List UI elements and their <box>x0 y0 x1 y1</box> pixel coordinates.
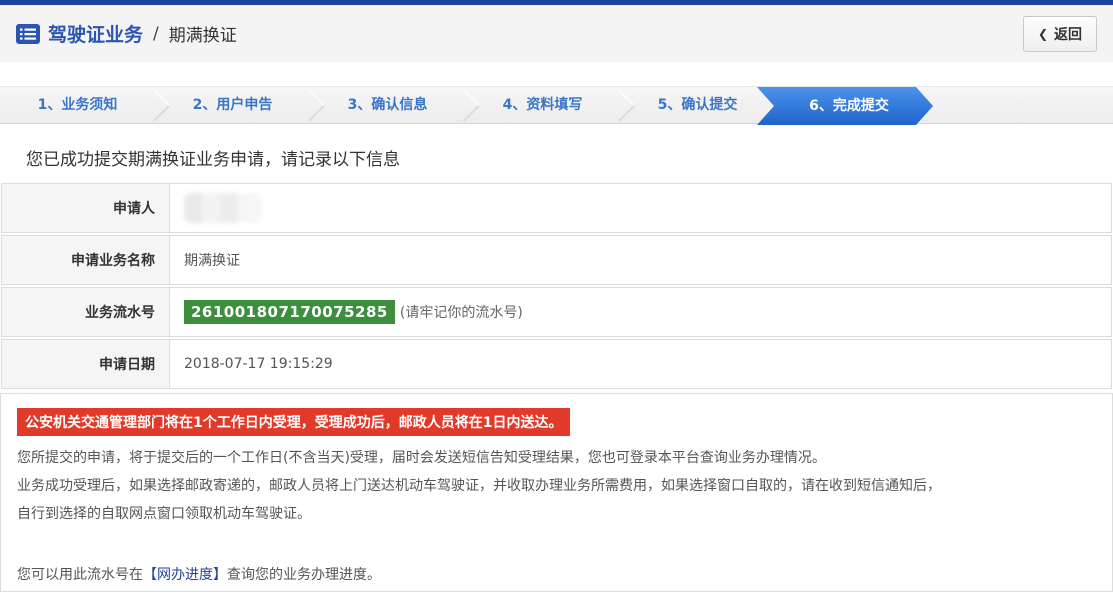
step-1-business-notice: 1、业务须知 <box>0 87 155 125</box>
online-progress-link[interactable]: 【网办进度】 <box>143 567 227 583</box>
processing-alert-badge: 公安机关交通管理部门将在1个工作日内受理，受理成功后，邮政人员将在1日内送达。 <box>17 408 570 436</box>
applicant-name-redacted <box>184 193 262 223</box>
notice-section: 公安机关交通管理部门将在1个工作日内受理，受理成功后，邮政人员将在1日内送达。 … <box>0 393 1113 592</box>
page-title: 驾驶证业务 <box>48 20 143 47</box>
step-6-complete-submit-active: 6、完成提交 <box>757 87 933 125</box>
table-row-serial-number: 业务流水号 261001807170075285 (请牢记你的流水号) <box>1 287 1112 337</box>
row-value <box>170 184 262 232</box>
serial-number-note: (请牢记你的流水号) <box>400 302 523 322</box>
row-value: 261001807170075285 (请牢记你的流水号) <box>170 288 523 336</box>
breadcrumb-separator: / <box>153 24 159 44</box>
table-row-applicant: 申请人 <box>1 183 1112 233</box>
step-2-user-declaration: 2、用户申告 <box>155 87 310 125</box>
chevron-left-icon: ❮ <box>1038 27 1048 41</box>
notice-paragraph: 业务成功受理后，如果选择邮政寄递的，邮政人员将上门送达机动车驾驶证，并收取办理业… <box>17 472 1096 500</box>
page-subtitle: 期满换证 <box>169 21 237 46</box>
row-label: 申请日期 <box>2 340 170 388</box>
wizard-step-nav: 1、业务须知 2、用户申告 3、确认信息 4、资料填写 5、确认提交 6、完成提… <box>0 86 1113 124</box>
success-message: 您已成功提交期满换证业务申请，请记录以下信息 <box>26 145 1113 170</box>
row-label: 申请业务名称 <box>2 236 170 284</box>
list-icon <box>16 24 40 44</box>
progress-hint: 您可以用此流水号在【网办进度】查询您的业务办理进度。 <box>17 564 1096 584</box>
back-button[interactable]: ❮ 返回 <box>1023 16 1097 52</box>
breadcrumb: 驾驶证业务 / 期满换证 <box>16 20 237 47</box>
notice-paragraph: 自行到选择的自取网点窗口领取机动车驾驶证。 <box>17 500 1096 528</box>
progress-hint-suffix: 查询您的业务办理进度。 <box>227 567 381 583</box>
step-3-confirm-info: 3、确认信息 <box>310 87 465 125</box>
progress-hint-prefix: 您可以用此流水号在 <box>17 567 143 583</box>
table-row-business-name: 申请业务名称 期满换证 <box>1 235 1112 285</box>
row-label: 申请人 <box>2 184 170 232</box>
result-info-table: 申请人 申请业务名称 期满换证 业务流水号 261001807170075285… <box>1 183 1112 389</box>
table-row-apply-date: 申请日期 2018-07-17 19:15:29 <box>1 339 1112 389</box>
row-label: 业务流水号 <box>2 288 170 336</box>
step-5-confirm-submit: 5、确认提交 <box>620 87 775 125</box>
notice-paragraph: 您所提交的申请，将于提交后的一个工作日(不含当天)受理，届时会发送短信告知受理结… <box>17 444 1096 472</box>
row-value: 期满换证 <box>170 236 240 284</box>
step-4-fill-materials: 4、资料填写 <box>465 87 620 125</box>
row-value: 2018-07-17 19:15:29 <box>170 340 333 388</box>
page-header: 驾驶证业务 / 期满换证 ❮ 返回 <box>0 5 1113 62</box>
serial-number-badge: 261001807170075285 <box>184 300 395 324</box>
back-button-label: 返回 <box>1054 24 1082 44</box>
